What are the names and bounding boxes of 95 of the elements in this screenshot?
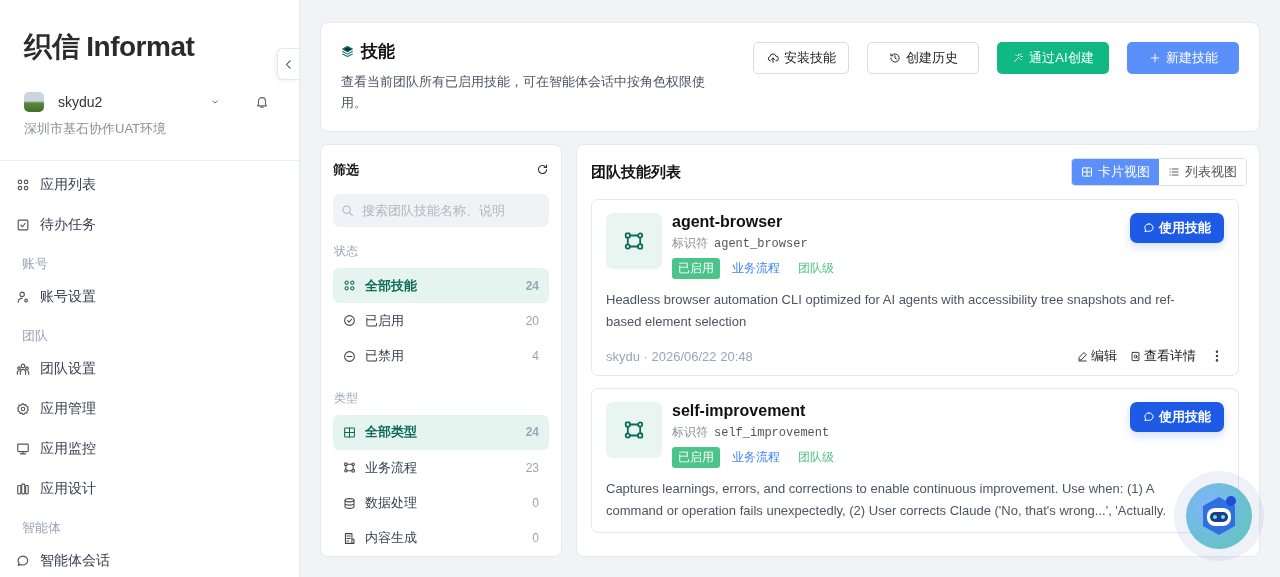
identifier-label: 标识符 <box>672 235 708 252</box>
skill-tag: 业务流程 <box>726 447 786 468</box>
flow-icon <box>623 419 645 441</box>
cloud-upload-icon <box>766 52 779 64</box>
nav-item[interactable]: 账号设置 <box>0 277 299 317</box>
option-count: 4 <box>532 349 539 364</box>
section-label: 智能体 <box>21 519 62 537</box>
nav-item[interactable]: 应用管理 <box>0 389 299 429</box>
table-icon <box>343 426 356 439</box>
database-icon <box>343 496 356 510</box>
history-icon <box>888 52 901 64</box>
flow-icon <box>623 230 645 252</box>
organization-name: 深圳市基石协作UAT环境 <box>23 120 168 138</box>
sparkle-icon <box>1012 52 1025 64</box>
skill-tag: 已启用 <box>672 447 720 468</box>
skill-tag: 已启用 <box>672 258 720 279</box>
action-button[interactable]: 创建历史 <box>867 42 979 74</box>
action-button[interactable]: 安装技能 <box>753 42 849 74</box>
skill-name: agent-browser <box>672 213 783 231</box>
identifier-value: self_improvement <box>714 426 830 440</box>
list-icon <box>1168 166 1180 178</box>
option-count: 24 <box>525 425 539 440</box>
monitor-icon <box>16 442 30 456</box>
minus-circle-icon <box>343 349 356 363</box>
search-field[interactable]: 搜索团队技能名称、说明 <box>333 194 549 227</box>
user-icon <box>16 290 30 304</box>
option-label: 全部技能 <box>365 276 418 295</box>
filter-option[interactable]: 全部类型 24 <box>333 414 549 451</box>
option-count: 0 <box>532 531 539 546</box>
page-description: 查看当前团队所有已启用技能，可在智能体会话中按角色权限使用。 <box>341 73 706 112</box>
filter-option[interactable]: 已启用 20 <box>333 303 549 339</box>
option-count: 23 <box>525 460 539 475</box>
nav-item[interactable]: 团队设置 <box>0 349 299 389</box>
nav-item[interactable]: 待办任务 <box>0 205 299 245</box>
filter-option[interactable]: 已禁用 4 <box>333 338 549 374</box>
chat-bubble-icon <box>16 554 30 568</box>
layers-icon <box>341 45 354 58</box>
option-count: 24 <box>525 278 539 293</box>
team-icon <box>16 362 30 376</box>
nav-item[interactable]: 智能体会话 <box>0 541 299 577</box>
grid-icon <box>343 279 356 293</box>
checkbox-icon <box>16 218 30 232</box>
settings-icon <box>16 402 30 416</box>
bell-icon[interactable] <box>255 95 269 109</box>
filter-option[interactable]: 全部技能 24 <box>333 268 549 304</box>
option-label: 内容生成 <box>365 529 418 548</box>
skill-description: Captures learnings, errors, and corrections to enable continuous improvement. Use when: (1) A command or operation fails unexpectedly, (2) User corrects Claude ('No, that's wrong...', 'Actually. <box>606 480 1167 520</box>
option-label: 已禁用 <box>365 347 405 366</box>
pencil-icon <box>1077 350 1088 362</box>
plus-icon <box>1148 52 1161 64</box>
option-label: 全部类型 <box>365 423 418 442</box>
filter-option[interactable]: 数据处理 0 <box>333 485 549 521</box>
section-label: 团队 <box>21 327 49 345</box>
list-title: 团队技能列表 <box>591 162 681 182</box>
flow-icon <box>343 461 356 475</box>
check-circle-icon <box>343 314 356 328</box>
option-label: 数据处理 <box>365 494 418 513</box>
group-label: 类型 <box>333 389 359 407</box>
option-label: 业务流程 <box>365 458 418 477</box>
chat-bubble-icon <box>1143 222 1155 234</box>
identifier-label: 标识符 <box>672 424 708 441</box>
skill-description: Headless browser automation CLI optimized for AI agents with accessibility tree snapshots and ref-based element selection <box>606 291 1176 331</box>
skill-tag: 业务流程 <box>726 258 786 279</box>
option-count: 20 <box>525 313 539 328</box>
nav-item[interactable]: 应用设计 <box>0 469 299 509</box>
nav-item[interactable]: 应用监控 <box>0 429 299 469</box>
columns-icon <box>16 482 30 496</box>
option-label: 已启用 <box>365 311 405 330</box>
refresh-icon[interactable] <box>536 163 549 176</box>
filter-option[interactable]: 内容生成 0 <box>333 520 549 556</box>
skill-tag: 团队级 <box>792 258 840 279</box>
avatar <box>24 92 44 112</box>
document-icon <box>343 531 356 545</box>
grid-icon <box>1081 166 1093 178</box>
app-grid-icon <box>16 178 30 192</box>
nav-item[interactable]: 应用列表 <box>0 165 299 205</box>
user-name: skydu2 <box>58 94 104 110</box>
skill-tag: 团队级 <box>792 447 840 468</box>
use-skill-button[interactable]: 使用技能 <box>1130 213 1224 243</box>
use-skill-button[interactable]: 使用技能 <box>1130 402 1224 432</box>
logo: 织信 Informat <box>22 30 196 64</box>
option-count: 0 <box>532 496 539 511</box>
chat-bubble-icon <box>1143 411 1155 423</box>
document-search-icon <box>1130 350 1141 362</box>
skill-name: self-improvement <box>672 402 806 420</box>
section-label: 账号 <box>21 255 49 273</box>
card-action-link[interactable]: 查看详情 <box>1130 347 1196 365</box>
author-and-date: skydu · 2026/06/22 20:48 <box>606 348 754 364</box>
filter-option[interactable]: 业务流程 23 <box>333 450 549 486</box>
card-action-link[interactable]: 编辑 <box>1077 347 1117 365</box>
group-label: 状态 <box>333 243 359 260</box>
search-icon <box>341 204 354 217</box>
filter-title: 筛选 <box>333 160 359 179</box>
page-title: 技能 <box>361 41 395 63</box>
identifier-value: agent_browser <box>714 237 808 251</box>
